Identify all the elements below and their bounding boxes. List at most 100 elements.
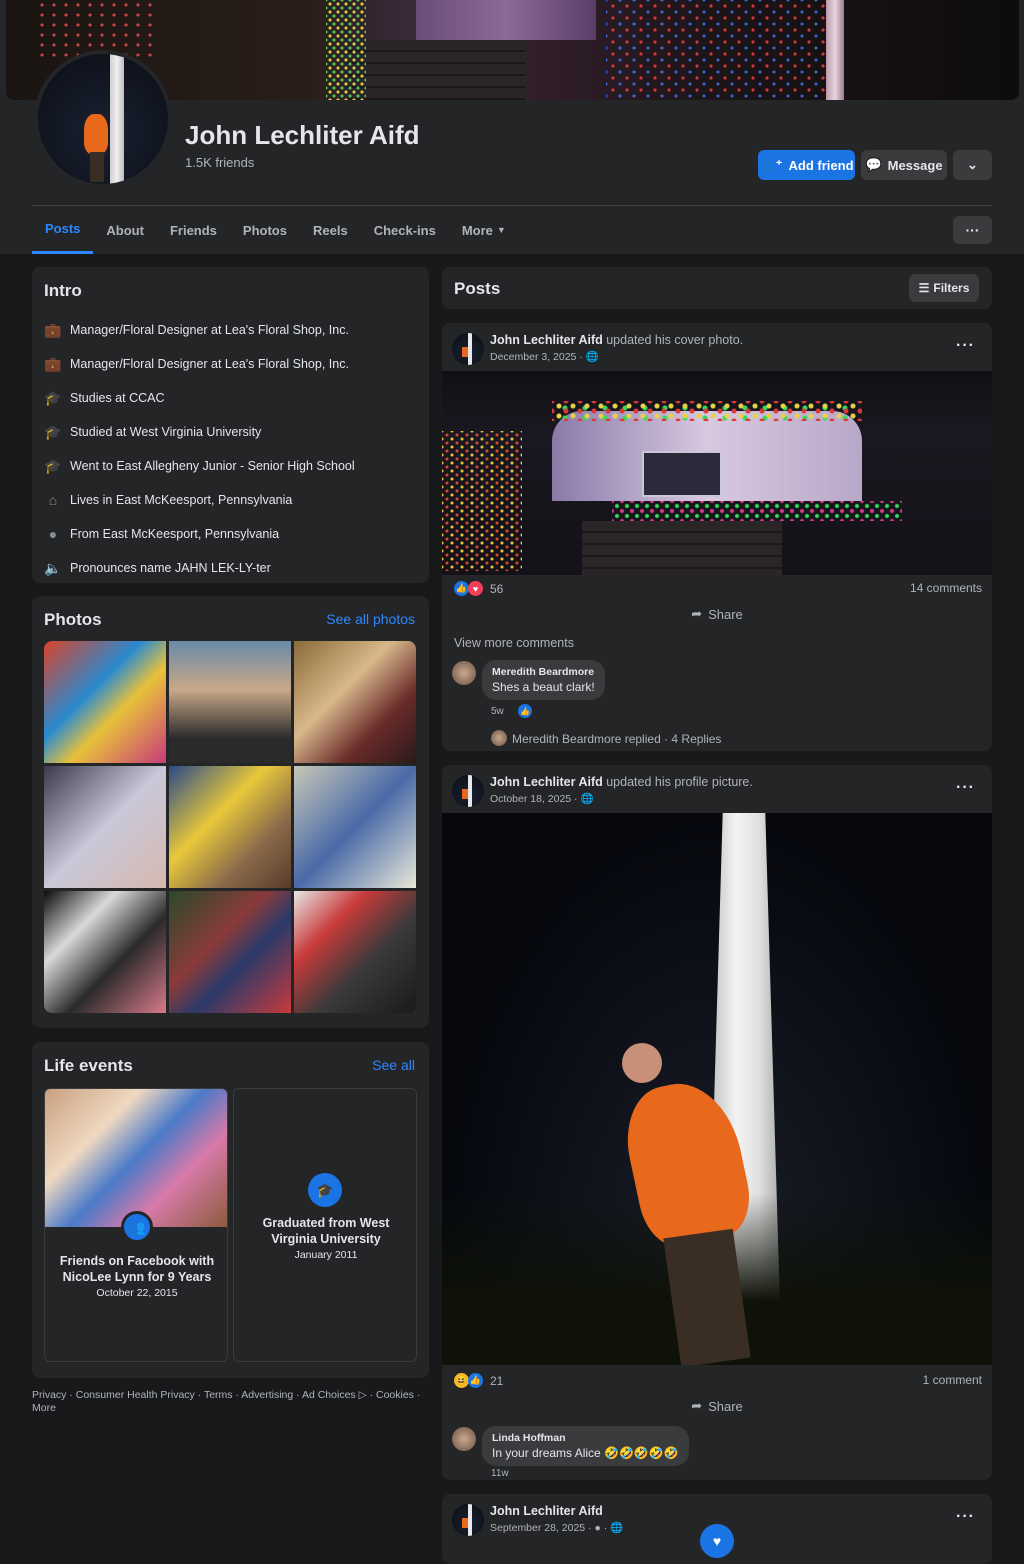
intro-item: 🎓 Studied at West Virginia University — [44, 415, 424, 449]
photo-thumbnail[interactable] — [169, 766, 291, 888]
see-all-photos-link[interactable]: See all photos — [326, 611, 415, 627]
post-options-button[interactable]: ··· — [956, 1508, 975, 1526]
intro-item: ⌂ Lives in East McKeesport, Pennsylvania — [44, 483, 424, 517]
intro-item: 🔈 Pronounces name JAHN LEK-LY-ter — [44, 551, 424, 585]
post-options-button[interactable]: ··· — [956, 779, 975, 797]
like-icon: 👍 — [518, 704, 532, 718]
view-replies-link[interactable]: Meredith Beardmore replied · 4 Replies — [512, 732, 721, 746]
see-all-life-events-link[interactable]: See all — [372, 1057, 415, 1073]
post-author[interactable]: John Lechliter Aifd — [490, 333, 603, 347]
chevron-down-icon: ⌄ — [967, 157, 978, 172]
profile-dropdown-button[interactable]: ⌄ — [953, 150, 992, 180]
speaker-icon[interactable]: 🔈 — [44, 559, 62, 577]
photos-title: Photos — [44, 610, 102, 629]
tab-posts[interactable]: Posts — [32, 206, 94, 254]
post-date-text: October 18, 2025 · — [490, 793, 581, 805]
photo-thumbnail[interactable] — [44, 891, 166, 1013]
tab-reels[interactable]: Reels — [300, 206, 361, 254]
globe-icon: 🌐 — [580, 793, 594, 805]
commenter-avatar[interactable] — [452, 661, 476, 685]
life-event-title: Friends on Facebook with NicoLee Lynn fo… — [59, 1254, 215, 1284]
tab-more[interactable]: More ▼ — [449, 206, 519, 254]
post-date[interactable]: October 18, 2025 · 🌐 — [490, 792, 594, 805]
comment-time[interactable]: 5w — [491, 706, 504, 717]
more-dots-icon: ··· — [956, 337, 975, 354]
life-event-card[interactable]: 👥 Friends on Facebook with NicoLee Lynn … — [44, 1088, 228, 1362]
intro-item-text[interactable]: Lives in East McKeesport, Pennsylvania — [70, 493, 292, 507]
reaction-count: 21 — [490, 1373, 504, 1388]
post-image[interactable] — [442, 813, 992, 1365]
photo-thumbnail[interactable] — [294, 641, 416, 763]
profile-options-button[interactable]: ··· — [953, 216, 992, 244]
view-more-comments-link[interactable]: View more comments — [454, 636, 574, 650]
home-icon: ⌂ — [48, 492, 58, 508]
intro-item-text[interactable]: Went to East Allegheny Junior - Senior H… — [70, 459, 355, 473]
post-card: John Lechliter Aifd updated his cover ph… — [442, 323, 992, 751]
intro-item-text[interactable]: Manager/Floral Designer at Lea's Floral … — [70, 357, 349, 371]
intro-item: 🎓 Studies at CCAC — [44, 381, 424, 415]
commenter-avatar[interactable] — [452, 1427, 476, 1451]
post-date[interactable]: December 3, 2025 · 🌐 — [490, 350, 599, 363]
life-event-title: Graduated from West Virginia University — [262, 1216, 390, 1246]
comment-text: In your dreams Alice 🤣🤣🤣🤣🤣 — [492, 1446, 679, 1460]
reaction-summary[interactable]: 👍 ♥ 56 — [454, 581, 503, 596]
share-button[interactable]: ➦ Share — [442, 606, 992, 622]
share-icon: ➦ — [691, 1398, 703, 1413]
share-button[interactable]: ➦ Share — [442, 1398, 992, 1414]
profile-tabs: Posts About Friends Photos Reels Check-i… — [32, 206, 519, 254]
post-author[interactable]: John Lechliter Aifd — [490, 775, 603, 789]
intro-item-text[interactable]: From East McKeesport, Pennsylvania — [70, 527, 279, 541]
post-card: John Lechliter Aifd September 28, 2025 ·… — [442, 1494, 992, 1564]
intro-item-text: Pronounces name JAHN LEK-LY-ter — [70, 561, 271, 575]
comment-author[interactable]: Meredith Beardmore — [492, 665, 595, 680]
post-image[interactable] — [442, 371, 992, 575]
comment-bubble: Linda Hoffman In your dreams Alice 🤣🤣🤣🤣🤣 — [482, 1426, 689, 1466]
filters-label: Filters — [933, 281, 970, 295]
caret-down-icon: ▼ — [496, 225, 506, 235]
comment-count[interactable]: 14 comments — [910, 581, 982, 595]
intro-item-text[interactable]: Manager/Floral Designer at Lea's Floral … — [70, 323, 349, 337]
posts-header: Posts ☰ Filters — [442, 267, 992, 309]
message-button[interactable]: 💬 Message — [861, 150, 947, 180]
post-action: updated his cover photo. — [606, 333, 744, 347]
more-dots-icon: ··· — [956, 779, 975, 796]
post-author-avatar[interactable] — [452, 1504, 484, 1536]
photo-thumbnail[interactable] — [169, 641, 291, 763]
comment-author[interactable]: Linda Hoffman — [492, 1431, 679, 1446]
post-options-button[interactable]: ··· — [956, 337, 975, 355]
post-date-text: December 3, 2025 · — [490, 351, 586, 363]
add-friend-button[interactable]: 👤⁺ Add friend — [758, 150, 855, 180]
profile-avatar[interactable] — [34, 50, 172, 188]
photo-thumbnail[interactable] — [294, 766, 416, 888]
intro-item-text[interactable]: Studies at CCAC — [70, 391, 164, 405]
photo-thumbnail[interactable] — [169, 891, 291, 1013]
friends-count[interactable]: 1.5K friends — [185, 155, 254, 170]
filters-button[interactable]: ☰ Filters — [909, 274, 979, 302]
post-author-avatar[interactable] — [452, 775, 484, 807]
footer-links[interactable]: Privacy · Consumer Health Privacy · Term… — [32, 1389, 429, 1415]
intro-item-text[interactable]: Studied at West Virginia University — [70, 425, 261, 439]
photo-thumbnail[interactable] — [44, 641, 166, 763]
tab-about[interactable]: About — [93, 206, 157, 254]
add-user-icon: 👤⁺ — [759, 157, 783, 172]
reaction-summary[interactable]: 😆 👍 21 — [454, 1373, 503, 1388]
post-title: John Lechliter Aifd updated his cover ph… — [490, 333, 743, 347]
location-pin-icon: ● — [48, 526, 58, 542]
love-icon: ♥ — [468, 581, 483, 596]
graduation-cap-icon: 🎓 — [44, 457, 62, 474]
life-event-card[interactable]: 🎓 Graduated from West Virginia Universit… — [233, 1088, 417, 1362]
post-card: John Lechliter Aifd updated his profile … — [442, 765, 992, 1480]
post-author-avatar[interactable] — [452, 333, 484, 365]
post-date[interactable]: September 28, 2025 · ● · 🌐 — [490, 1521, 623, 1534]
photo-thumbnail[interactable] — [294, 891, 416, 1013]
comment-time[interactable]: 11w — [491, 1468, 509, 1479]
tab-friends[interactable]: Friends — [157, 206, 230, 254]
photo-thumbnail[interactable] — [44, 766, 166, 888]
tab-photos[interactable]: Photos — [230, 206, 300, 254]
comment-count[interactable]: 1 comment — [923, 1373, 982, 1387]
like-icon: 👍 — [454, 581, 469, 596]
post-author[interactable]: John Lechliter Aifd — [490, 1504, 603, 1518]
tab-check-ins[interactable]: Check-ins — [361, 206, 449, 254]
share-label: Share — [708, 1398, 743, 1414]
life-event-heart-icon: ♥ — [700, 1524, 734, 1558]
